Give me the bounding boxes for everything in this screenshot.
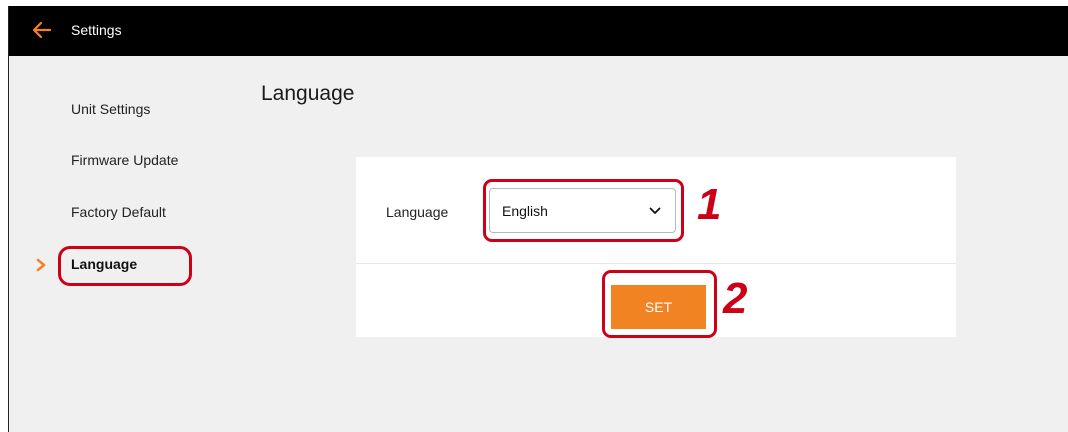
settings-window: Settings Unit Settings Firmware Update F… (8, 6, 1068, 432)
arrow-left-icon[interactable] (31, 18, 53, 42)
highlight-language-nav (58, 246, 192, 286)
card-divider (356, 263, 956, 264)
sidebar-item-unit-settings[interactable]: Unit Settings (71, 101, 150, 117)
app-title: Settings (71, 22, 122, 38)
language-field-label: Language (386, 204, 449, 220)
page-title: Language (261, 82, 355, 105)
language-card: Language English SET (356, 157, 956, 338)
sidebar-item-firmware-update[interactable]: Firmware Update (71, 152, 178, 168)
step-number-2: 2 (723, 274, 748, 323)
chevron-right-icon (36, 258, 46, 272)
sidebar-item-factory-default[interactable]: Factory Default (71, 204, 166, 220)
top-bar: Settings (9, 6, 1068, 56)
highlight-set-button (602, 270, 717, 338)
highlight-language-select (483, 179, 684, 242)
step-number-1: 1 (697, 180, 722, 229)
